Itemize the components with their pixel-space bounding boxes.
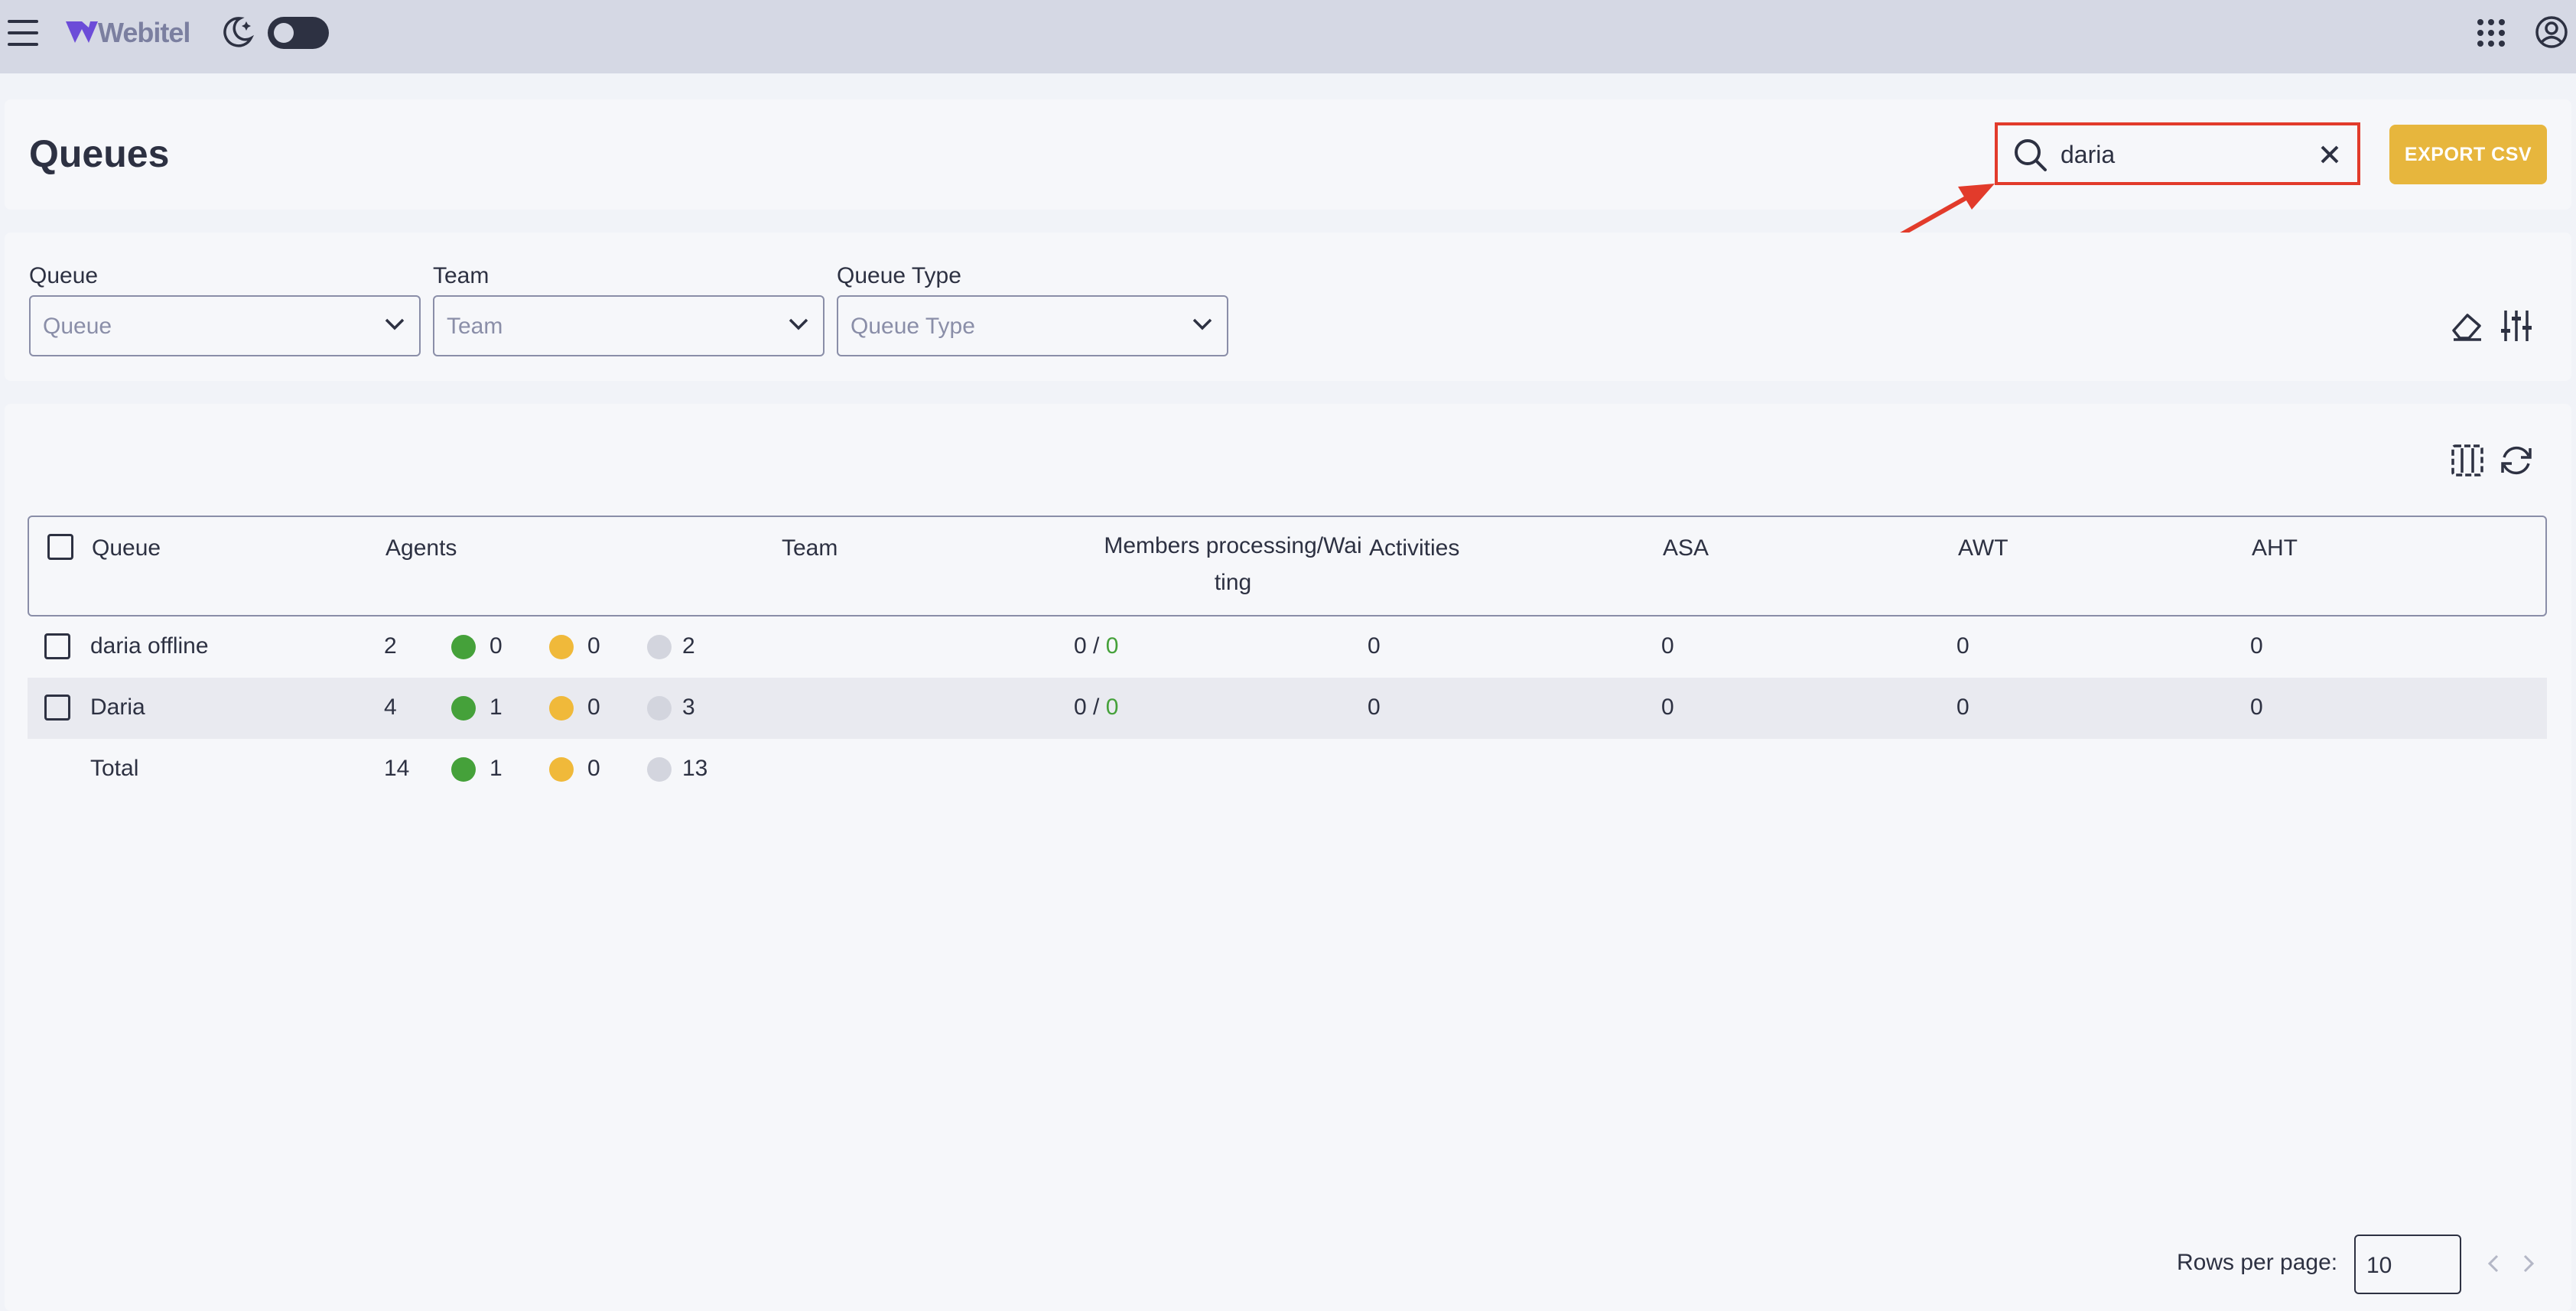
table-header: Queue Agents Team Members processing/Wai… <box>28 516 2547 616</box>
online-count: 0 <box>490 633 503 659</box>
filter-settings-sliders-icon[interactable] <box>2501 309 2532 343</box>
queue-name-link[interactable]: Daria <box>90 695 145 721</box>
offline-count: 3 <box>682 695 695 720</box>
members-processing-waiting: 0 / 0 <box>1074 633 1118 659</box>
pause-status-dot <box>549 696 574 721</box>
toggle-knob <box>274 23 294 43</box>
row-checkbox[interactable] <box>44 633 70 659</box>
eraser-clear-filters-icon[interactable] <box>2451 311 2484 341</box>
column-header-agents[interactable]: Agents <box>385 535 457 561</box>
page-title: Queues <box>29 132 170 175</box>
members-waiting: 0 <box>1105 695 1119 720</box>
queue-filter-label: Queue <box>29 263 99 288</box>
members-waiting: 0 <box>1105 633 1119 659</box>
dark-mode-moon-icon <box>220 15 254 49</box>
export-csv-button[interactable]: EXPORT CSV <box>2389 125 2547 184</box>
column-header-members-line2: ting <box>1214 570 1252 595</box>
activities-value: 0 <box>1368 633 1381 659</box>
team-filter-select[interactable]: Team <box>433 295 825 356</box>
top-bar <box>0 0 2576 73</box>
online-count: 1 <box>490 695 503 720</box>
members-processing: 0 <box>1074 633 1087 659</box>
queue-type-filter-label: Queue Type <box>837 263 961 288</box>
activities-value: 0 <box>1368 695 1381 720</box>
members-separator: / <box>1086 695 1106 720</box>
search-input[interactable]: daria <box>1995 122 2360 185</box>
clear-search-icon[interactable] <box>2319 144 2340 165</box>
column-header-queue[interactable]: Queue <box>92 535 161 561</box>
hamburger-menu-icon[interactable] <box>8 18 41 47</box>
column-settings-icon[interactable] <box>2451 444 2484 477</box>
theme-toggle[interactable] <box>268 17 329 49</box>
webitel-logo-icon <box>64 18 99 46</box>
pause-status-dot <box>549 757 574 782</box>
chevron-down-icon <box>1192 317 1213 336</box>
chevron-down-icon <box>384 317 405 336</box>
table-row[interactable]: Daria 4 1 0 3 0 / 0 0 0 0 0 <box>28 678 2547 739</box>
column-header-asa[interactable]: ASA <box>1663 535 1709 561</box>
rows-per-page-select[interactable]: 10 <box>2354 1235 2461 1294</box>
queue-type-filter-select[interactable]: Queue Type <box>837 295 1228 356</box>
awt-value: 0 <box>1956 633 1969 659</box>
rows-per-page-label: Rows per page: <box>2177 1250 2338 1275</box>
total-label: Total <box>90 756 139 781</box>
pause-count: 0 <box>587 695 600 720</box>
pause-count: 0 <box>587 633 600 659</box>
agents-count: 2 <box>384 633 397 659</box>
team-filter-label: Team <box>433 263 490 288</box>
previous-page-icon[interactable] <box>2484 1253 2503 1274</box>
asa-value: 0 <box>1661 695 1674 720</box>
select-all-checkbox[interactable] <box>47 534 73 560</box>
total-offline-count: 13 <box>682 756 708 781</box>
user-account-icon[interactable] <box>2535 15 2568 49</box>
agents-count: 4 <box>384 695 397 720</box>
team-filter-placeholder: Team <box>447 314 503 339</box>
asa-value: 0 <box>1661 633 1674 659</box>
search-value: daria <box>2060 141 2116 168</box>
online-status-dot <box>451 696 476 721</box>
offline-count: 2 <box>682 633 695 659</box>
awt-value: 0 <box>1956 695 1969 720</box>
members-separator: / <box>1086 633 1106 659</box>
members-processing-waiting: 0 / 0 <box>1074 695 1118 721</box>
total-row: Total 14 1 0 13 <box>28 739 2547 800</box>
rows-per-page-value: 10 <box>2366 1253 2392 1278</box>
aht-value: 0 <box>2250 695 2263 720</box>
column-header-activities[interactable]: Activities <box>1369 535 1459 561</box>
offline-status-dot <box>647 635 672 659</box>
apps-grid-icon[interactable] <box>2477 18 2506 47</box>
app-name: Webitel <box>98 17 190 48</box>
column-header-aht[interactable]: AHT <box>2252 535 2298 561</box>
queue-name-link[interactable]: daria offline <box>90 633 209 659</box>
column-header-team[interactable]: Team <box>782 535 838 561</box>
column-header-members-line1: Members processing/Wai <box>1104 533 1362 558</box>
aht-value: 0 <box>2250 633 2263 659</box>
total-agents-count: 14 <box>384 756 410 781</box>
row-checkbox[interactable] <box>44 695 70 721</box>
search-icon <box>2013 138 2048 173</box>
pause-status-dot <box>549 635 574 659</box>
total-pause-count: 0 <box>587 756 600 781</box>
queue-filter-placeholder: Queue <box>43 314 112 339</box>
total-online-count: 1 <box>490 756 503 781</box>
chevron-down-icon <box>788 317 809 336</box>
offline-status-dot <box>647 757 672 782</box>
next-page-icon[interactable] <box>2519 1253 2538 1274</box>
members-processing: 0 <box>1074 695 1087 720</box>
queue-type-filter-placeholder: Queue Type <box>851 314 975 339</box>
refresh-icon[interactable] <box>2498 442 2535 479</box>
offline-status-dot <box>647 696 672 721</box>
queue-filter-select[interactable]: Queue <box>29 295 421 356</box>
column-header-members[interactable]: Members processing/Wai ting <box>1080 528 1386 601</box>
column-header-awt[interactable]: AWT <box>1958 535 2008 561</box>
table-row[interactable]: daria offline 2 0 0 2 0 / 0 0 0 0 0 <box>28 616 2547 678</box>
online-status-dot <box>451 757 476 782</box>
online-status-dot <box>451 635 476 659</box>
